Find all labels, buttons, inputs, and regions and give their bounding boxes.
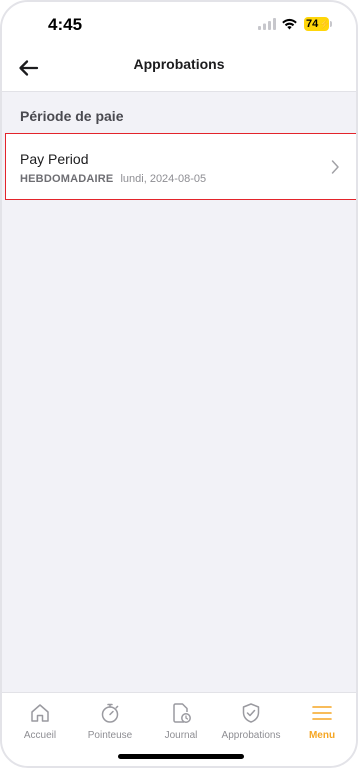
- stopwatch-icon: [101, 703, 119, 723]
- chevron-right-icon: [331, 160, 339, 174]
- tab-approbations[interactable]: Approbations: [216, 701, 286, 741]
- tab-accueil[interactable]: Accueil: [5, 701, 75, 741]
- battery-cap: [330, 21, 332, 27]
- tab-label: Pointeuse: [87, 730, 133, 741]
- home-icon: [31, 704, 49, 722]
- pay-period-details: HEBDOMADAIRE lundi, 2024-08-05: [20, 173, 206, 185]
- tab-label: Menu: [308, 730, 336, 741]
- tab-journal[interactable]: Journal: [146, 701, 216, 741]
- home-indicator[interactable]: [118, 754, 244, 759]
- navigation-bar: Approbations: [2, 46, 356, 92]
- tab-pointeuse[interactable]: Pointeuse: [75, 701, 145, 741]
- tab-label: Journal: [164, 730, 198, 741]
- journal-clock-icon: [173, 703, 191, 723]
- battery-indicator: 74⚡: [304, 17, 331, 31]
- shield-check-icon: [242, 703, 260, 723]
- status-bar: 4:45 74⚡: [2, 2, 356, 46]
- pay-period-date: lundi, 2024-08-05: [120, 173, 207, 185]
- cellular-signal-icon: [258, 18, 276, 30]
- app-screen: 4:45 74⚡ Approbations Période de paie Pa…: [0, 0, 358, 768]
- tab-label: Approbations: [221, 730, 281, 741]
- tab-menu[interactable]: Menu: [287, 701, 356, 741]
- frequency-label: HEBDOMADAIRE: [20, 173, 114, 185]
- wifi-icon: [282, 18, 297, 30]
- pay-period-item[interactable]: Pay Period HEBDOMADAIRE lundi, 2024-08-05: [5, 133, 356, 200]
- battery-level: 74: [306, 18, 319, 30]
- hamburger-menu-icon: [312, 706, 332, 720]
- status-time: 4:45: [48, 15, 83, 34]
- page-title: Approbations: [133, 56, 225, 72]
- tab-label: Accueil: [23, 730, 57, 741]
- section-header: Période de paie: [20, 108, 124, 124]
- pay-period-title: Pay Period: [20, 151, 89, 167]
- charging-bolt-icon: ⚡: [319, 19, 331, 29]
